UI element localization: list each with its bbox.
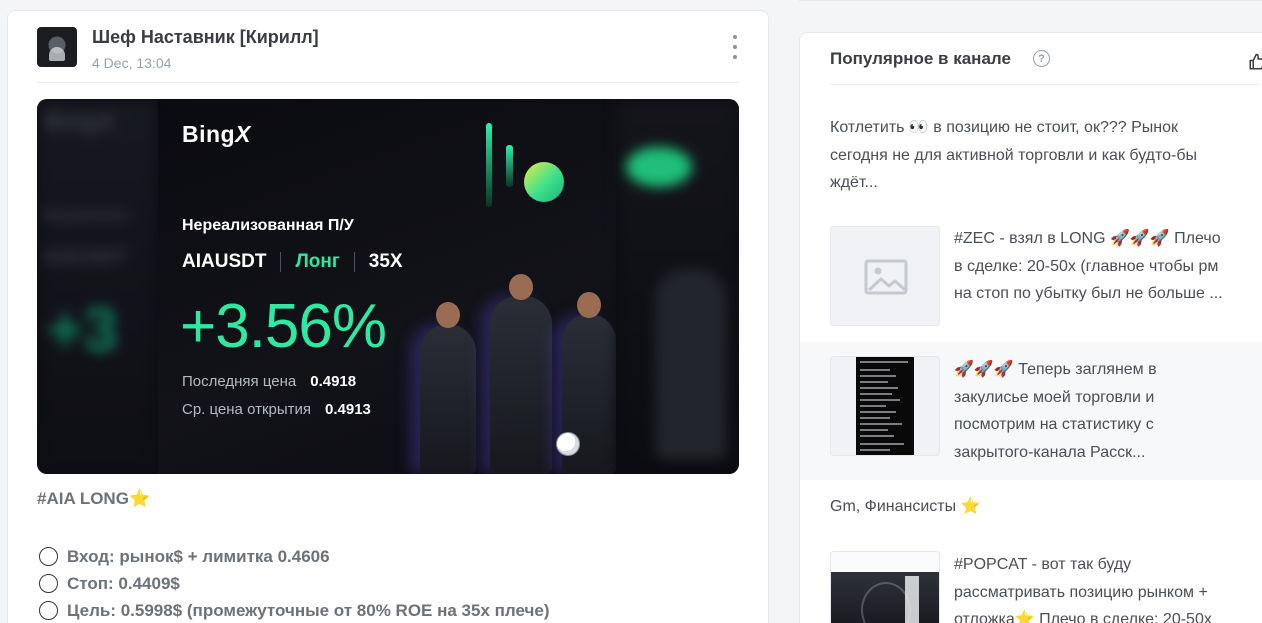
entry-price-value: 0.4913	[325, 401, 371, 418]
signal-list: Вход: рынок$ + лимитка 0.4606 Стоп: 0.44…	[39, 543, 550, 623]
panel-title: Популярное в канале	[830, 49, 1011, 68]
image-blur-right	[616, 99, 739, 474]
divider	[353, 252, 355, 272]
popular-item-text[interactable]: #POPCAT - вот так буду рассматривать поз…	[954, 551, 1262, 623]
text-line: закрытого-канала Расск...	[954, 443, 1146, 461]
circle-bullet-icon	[39, 574, 58, 593]
popular-item-text[interactable]: Gm, Финансисты ⭐	[830, 493, 1260, 521]
player-figure	[490, 274, 552, 474]
item-thumbnail[interactable]	[830, 551, 940, 623]
entry-price-label: Ср. цена открытия	[182, 401, 312, 418]
pair-row: AIAUSDT Лонг 35X	[182, 251, 403, 273]
brand-text: Bing	[182, 121, 236, 147]
trading-pair: AIAUSDT	[182, 251, 267, 272]
popular-item[interactable]: Gm, Финансисты ⭐	[800, 493, 1262, 535]
post-hashtag[interactable]: #AIA LONG⭐	[37, 489, 150, 509]
popular-item[interactable]: 🚀🚀🚀 Теперь заглянем в закулисье моей тор…	[800, 342, 1262, 480]
pnl-title: Нереализованная П/У	[182, 217, 354, 234]
decor-orb	[524, 162, 564, 202]
entry-price-row: Ср. цена открытия 0.4913	[182, 401, 371, 418]
popular-item-text[interactable]: 🚀🚀🚀 Теперь заглянем в закулисье моей тор…	[954, 356, 1262, 466]
list-item: Стоп: 0.4409$	[39, 570, 550, 597]
decor-orb	[626, 147, 692, 187]
panel-header: Популярное в канале ?	[830, 47, 1262, 85]
blur-text: AIAUSDT	[43, 247, 128, 268]
last-price-row: Последняя цена 0.4918	[182, 373, 356, 390]
text-line: на стоп по убытку был не больше ...	[954, 285, 1223, 302]
top-divider	[799, 0, 1262, 1]
brand-x: X	[235, 121, 251, 147]
pnl-value: +3.56%	[180, 292, 387, 361]
text-line: #ZEC - взял в LONG 🚀🚀🚀 Плечо	[954, 230, 1221, 247]
post-image[interactable]: BingX Нереализо AIAUSDT +3 BingX Нереали…	[37, 99, 739, 474]
popular-item-text[interactable]: #ZEC - взял в LONG 🚀🚀🚀 Плечо в сделке: 2…	[954, 225, 1262, 308]
popular-panel: Популярное в канале ? Котлетить 👀 в пози…	[799, 32, 1262, 623]
text-line: 🚀🚀🚀 Теперь заглянем в	[954, 361, 1157, 378]
thumbs-up-icon[interactable]	[1248, 53, 1262, 71]
text-line: ждёт...	[830, 174, 878, 191]
text-line: посмотрим на статистику с	[954, 416, 1154, 433]
bingx-pnl-banner: BingX Нереализованная П/У AIAUSDT Лонг 3…	[158, 99, 616, 474]
item-thumbnail[interactable]	[830, 226, 940, 326]
blur-text: BingX	[45, 109, 115, 136]
text-line: сегодня не для активной торговли и как б…	[830, 146, 1198, 164]
signal-entry: Вход: рынок$ + лимитка 0.4606	[67, 546, 330, 566]
blur-text: Нереализо	[43, 207, 129, 224]
popular-item-text[interactable]: Котлетить 👀 в позицию не стоит, ок??? Ры…	[830, 114, 1260, 197]
popular-item[interactable]: #ZEC - взял в LONG 🚀🚀🚀 Плечо в сделке: 2…	[800, 213, 1262, 333]
image-blur-left: BingX Нереализо AIAUSDT +3	[37, 99, 158, 474]
text-line: отложка⭐ Плечо в сделке: 20-50x	[954, 611, 1212, 623]
post-date: 4 Dec, 13:04	[92, 55, 172, 71]
text-line: #POPCAT - вот так буду	[954, 556, 1132, 573]
player-figure	[656, 269, 726, 459]
author-name[interactable]: Шеф Наставник [Кирилл]	[92, 27, 319, 48]
position-side: Лонг	[295, 251, 340, 272]
author-avatar[interactable]	[37, 27, 77, 67]
text-line: закулисье моей торговли и	[954, 388, 1155, 406]
signal-target: Цель: 0.5998$ (промежуточные от 80% ROE …	[67, 600, 550, 620]
image-placeholder-icon	[864, 259, 908, 295]
text-line: в сделке: 20-50x (главное чтобы рм	[954, 257, 1219, 275]
hashtag-text[interactable]: #AIA LONG	[37, 489, 129, 508]
popular-item[interactable]: #POPCAT - вот так буду рассматривать поз…	[800, 539, 1262, 623]
list-item: Цель: 0.5998$ (промежуточные от 80% ROE …	[39, 597, 550, 623]
bingx-logo: BingX	[182, 121, 251, 148]
circle-bullet-icon	[39, 547, 58, 566]
list-item: Вход: рынок$ + лимитка 0.4606	[39, 543, 550, 570]
item-thumbnail[interactable]	[830, 356, 940, 456]
help-icon[interactable]: ?	[1033, 50, 1050, 67]
star-emoji-icon: ⭐	[128, 489, 151, 508]
stats-screenshot	[856, 357, 914, 455]
text-line: рассматривать позицию рынком +	[954, 583, 1208, 601]
player-figure	[420, 302, 476, 474]
decor-bar	[506, 145, 513, 187]
circle-bullet-icon	[39, 601, 58, 620]
more-options-icon[interactable]	[731, 35, 739, 59]
popular-item[interactable]: Котлетить 👀 в позицию не стоит, ок??? Ры…	[800, 105, 1262, 201]
chart-video-screenshot	[831, 552, 939, 623]
last-price-value: 0.4918	[310, 373, 357, 390]
divider	[280, 252, 282, 272]
blur-text: +3	[47, 296, 118, 365]
decor-bar	[486, 123, 492, 207]
signal-stop: Стоп: 0.4409$	[67, 573, 180, 593]
last-price-label: Последняя цена	[182, 373, 297, 390]
text-line: Котлетить 👀 в позицию не стоит, ок??? Ры…	[830, 119, 1178, 136]
post-header: Шеф Наставник [Кирилл] 4 Dec, 13:04	[37, 25, 739, 83]
text-line: Gm, Финансисты ⭐	[830, 498, 981, 515]
post-card: Шеф Наставник [Кирилл] 4 Dec, 13:04 Bing…	[7, 10, 769, 623]
leverage: 35X	[368, 251, 403, 272]
players-illustration	[416, 267, 616, 474]
football-icon	[556, 432, 580, 456]
